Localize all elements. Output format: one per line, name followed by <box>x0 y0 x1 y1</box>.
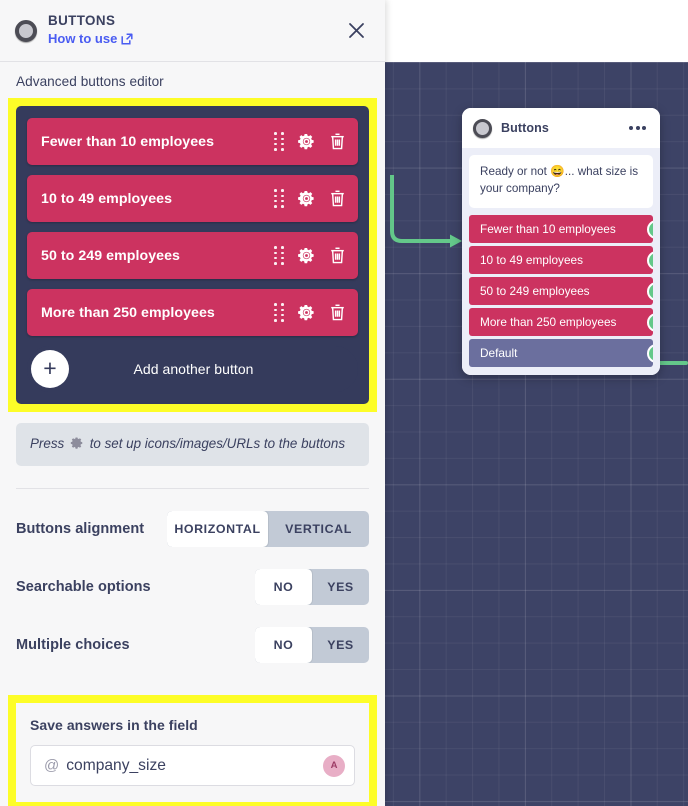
panel-header: BUTTONS How to use <box>0 0 385 62</box>
button-row-label: 10 to 49 employees <box>41 190 173 207</box>
section-title: Advanced buttons editor <box>16 74 164 89</box>
button-row-label: Fewer than 10 employees <box>41 133 215 150</box>
button-row[interactable]: More than 250 employees <box>27 289 358 336</box>
canvas-top-spacer <box>385 0 688 62</box>
node-button-label: Default <box>480 346 518 361</box>
gear-hint-text: Press to set up icons/images/URLs to the… <box>16 423 369 467</box>
trash-icon[interactable] <box>329 246 346 265</box>
segment-no[interactable]: NO <box>255 627 312 664</box>
multiple-choices-toggle: NO YES <box>255 627 369 664</box>
drag-handle-icon[interactable] <box>274 246 284 265</box>
button-row[interactable]: 10 to 49 employees <box>27 175 358 222</box>
node-button[interactable]: More than 250 employees <box>469 308 653 337</box>
add-another-button[interactable]: + Add another button <box>27 346 358 392</box>
hint-before: Press <box>30 436 65 451</box>
node-title: Buttons <box>501 121 549 135</box>
gear-icon[interactable] <box>297 303 316 322</box>
option-multiple-choices: Multiple choices NO YES <box>0 627 385 664</box>
divider <box>16 488 369 490</box>
button-row-icons <box>274 303 346 322</box>
field-input[interactable]: @ company_size A <box>30 745 355 787</box>
avatar: A <box>323 754 345 777</box>
trash-icon[interactable] <box>329 132 346 151</box>
node-button-label: 50 to 249 employees <box>480 284 590 299</box>
flow-node-buttons[interactable]: Buttons Ready or not 😄... what size is y… <box>462 108 660 376</box>
button-row-icons <box>274 246 346 265</box>
button-row[interactable]: Fewer than 10 employees <box>27 118 358 165</box>
option-label: Searchable options <box>16 579 151 596</box>
buttons-editor-highlight: Fewer than 10 employees 10 to 49 employe… <box>8 98 377 412</box>
gear-icon[interactable] <box>297 189 316 208</box>
button-row[interactable]: 50 to 249 employees <box>27 232 358 279</box>
save-answers-card: Save answers in the field @ company_size… <box>16 703 369 803</box>
radio-ring-icon <box>473 118 492 138</box>
hint-after: to set up icons/images/URLs to the butto… <box>89 436 346 451</box>
option-label: Multiple choices <box>16 637 130 654</box>
node-button-default[interactable]: Default <box>469 339 653 368</box>
node-button[interactable]: Fewer than 10 employees <box>469 215 653 244</box>
option-searchable-options: Searchable options NO YES <box>0 569 385 606</box>
segment-vertical[interactable]: VERTICAL <box>268 511 369 547</box>
trash-icon[interactable] <box>329 303 346 322</box>
drag-handle-icon[interactable] <box>274 189 284 208</box>
node-button-connector-dot[interactable] <box>647 250 653 270</box>
close-icon <box>348 23 364 38</box>
segment-yes[interactable]: YES <box>312 627 369 663</box>
external-link-icon <box>121 33 133 45</box>
node-button-label: 10 to 49 employees <box>480 253 583 268</box>
searchable-options-toggle: NO YES <box>255 569 369 606</box>
close-button[interactable] <box>343 18 369 44</box>
save-answers-label: Save answers in the field <box>30 717 198 734</box>
node-button-list: Fewer than 10 employees 10 to 49 employe… <box>469 215 653 368</box>
node-header: Buttons <box>462 108 660 148</box>
radio-ring-icon <box>15 19 37 42</box>
segment-horizontal[interactable]: HORIZONTAL <box>167 511 268 548</box>
button-row-icons <box>274 132 346 151</box>
node-button-label: Fewer than 10 employees <box>480 222 616 237</box>
gear-icon[interactable] <box>297 246 316 265</box>
settings-panel: BUTTONS How to use Advanced buttons edit… <box>0 0 385 806</box>
button-row-label: More than 250 employees <box>41 304 215 321</box>
node-body: Ready or not 😄... what size is your comp… <box>462 148 660 376</box>
node-button-connector-dot[interactable] <box>647 312 653 332</box>
button-row-icons <box>274 189 346 208</box>
page-title: BUTTONS <box>48 13 116 29</box>
how-to-use-link[interactable]: How to use <box>48 31 133 48</box>
add-another-button-label: Add another button <box>133 361 254 377</box>
field-value: company_size <box>66 756 166 774</box>
save-field-highlight: Save answers in the field @ company_size… <box>8 695 377 806</box>
node-button[interactable]: 10 to 49 employees <box>469 246 653 275</box>
at-symbol-icon: @ <box>44 757 60 775</box>
drag-handle-icon[interactable] <box>274 132 284 151</box>
incoming-connector <box>390 175 462 248</box>
buttons-alignment-toggle: HORIZONTAL VERTICAL <box>167 511 369 548</box>
gear-icon[interactable] <box>297 132 316 151</box>
plus-icon: + <box>31 350 69 388</box>
node-button-connector-dot[interactable] <box>647 281 653 301</box>
trash-icon[interactable] <box>329 189 346 208</box>
button-row-label: 50 to 249 employees <box>41 247 180 264</box>
gear-icon <box>70 437 83 449</box>
segment-no[interactable]: NO <box>255 569 312 606</box>
how-to-use-label: How to use <box>48 30 118 46</box>
segment-yes[interactable]: YES <box>312 569 369 605</box>
option-label: Buttons alignment <box>16 521 145 538</box>
advanced-buttons-editor: Fewer than 10 employees 10 to 49 employe… <box>16 106 369 404</box>
node-button-label: More than 250 employees <box>480 315 617 330</box>
node-message: Ready or not 😄... what size is your comp… <box>469 155 653 209</box>
more-options-icon[interactable] <box>627 120 648 136</box>
node-button-connector-dot[interactable] <box>647 219 653 239</box>
panel-header-texts: BUTTONS How to use <box>48 13 343 48</box>
drag-handle-icon[interactable] <box>274 303 284 322</box>
node-button-connector-dot[interactable] <box>647 343 653 363</box>
node-button[interactable]: 50 to 249 employees <box>469 277 653 306</box>
option-buttons-alignment: Buttons alignment HORIZONTAL VERTICAL <box>0 511 385 548</box>
